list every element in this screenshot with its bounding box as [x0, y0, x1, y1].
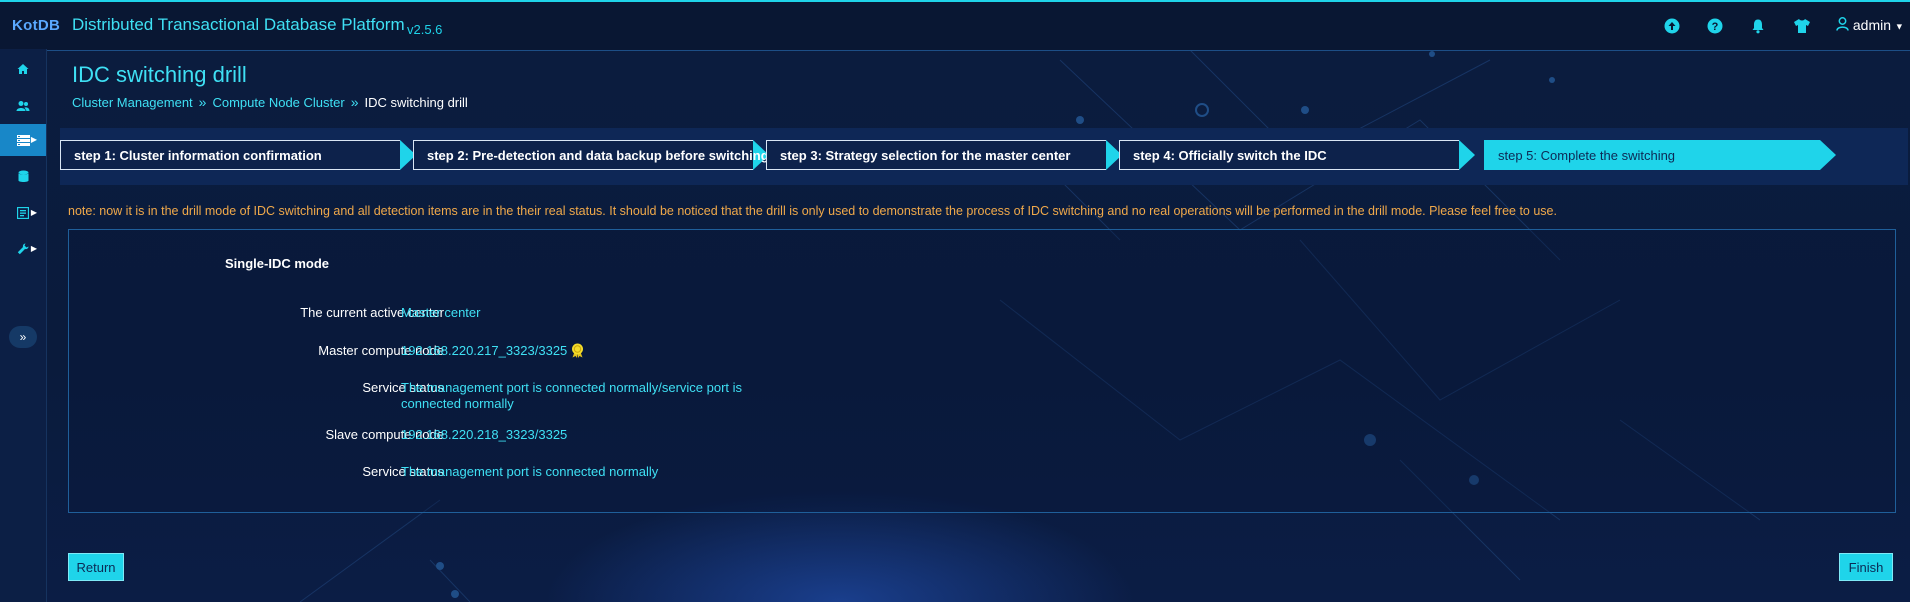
step-1[interactable]: step 1: Cluster information confirmation	[60, 140, 416, 170]
step-3-label: step 3: Strategy selection for the maste…	[780, 147, 1071, 163]
page-title: IDC switching drill	[72, 62, 247, 87]
help-icon[interactable]: ?	[1704, 15, 1726, 37]
step-2[interactable]: step 2: Pre-detection and data backup be…	[413, 140, 769, 170]
step-arrow-icon	[1459, 140, 1475, 170]
double-chevron-right-icon: »	[19, 330, 27, 344]
app-logo[interactable]: KotDB	[12, 17, 60, 34]
user-menu[interactable]: admin ▼	[1836, 17, 1904, 33]
chevron-down-icon: ▼	[1894, 21, 1904, 32]
step-4-label: step 4: Officially switch the IDC	[1133, 147, 1327, 163]
svg-text:?: ?	[1712, 21, 1719, 33]
step-3[interactable]: step 3: Strategy selection for the maste…	[766, 140, 1122, 170]
chevron-right-icon: ▶	[30, 244, 37, 253]
return-button[interactable]: Return	[68, 553, 124, 581]
sidebar-item-database[interactable]	[0, 160, 46, 192]
finish-button[interactable]: Finish	[1839, 553, 1893, 581]
top-bar: KotDB Distributed Transactional Database…	[0, 0, 1910, 51]
sidebar-item-cluster[interactable]: ▶	[0, 124, 46, 156]
medal-icon	[572, 343, 584, 358]
row-label: The current active center	[300, 305, 444, 320]
step-arrow-icon	[1820, 140, 1836, 170]
cluster-icon	[16, 134, 30, 146]
step-2-label: step 2: Pre-detection and data backup be…	[427, 147, 769, 163]
row-value: 192.168.220.218_3323/3325	[401, 427, 568, 442]
sidebar: ▶ ▶ ▶ »	[0, 49, 47, 602]
upload-icon[interactable]	[1661, 15, 1683, 37]
breadcrumb: Cluster Management » Compute Node Cluster »…	[72, 94, 468, 110]
shirt-icon[interactable]	[1791, 15, 1813, 37]
row-label: Service status	[362, 464, 444, 479]
row-value: 192.168.220.217_3323/3325	[401, 343, 568, 358]
breadcrumb-separator-icon: »	[350, 94, 359, 110]
breadcrumb-current: IDC switching drill	[364, 95, 468, 110]
app-title: Distributed Transactional Database Platf…	[72, 15, 405, 34]
mode-title: Single-IDC mode	[225, 256, 330, 271]
database-icon	[18, 170, 28, 182]
bell-icon[interactable]	[1747, 15, 1769, 37]
sidebar-collapse-toggle[interactable]: »	[9, 326, 37, 348]
sidebar-item-documents[interactable]: ▶	[0, 197, 46, 229]
user-name: admin	[1852, 17, 1892, 33]
sidebar-item-home[interactable]	[0, 53, 46, 85]
step-5[interactable]: step 5: Complete the switching	[1484, 140, 1836, 170]
switch-result-panel: Single-IDC mode The current active cente…	[68, 229, 1896, 513]
row-value-wrap: 192.168.220.217_3323/3325	[401, 343, 821, 359]
chevron-right-icon: ▶	[30, 135, 37, 144]
row-value: The management port is connected normall…	[401, 464, 659, 479]
step-5-label: step 5: Complete the switching	[1498, 147, 1676, 163]
wrench-icon	[17, 243, 29, 255]
file-icon	[17, 207, 29, 219]
row-value: Master center	[401, 305, 481, 320]
sidebar-item-users[interactable]	[0, 90, 46, 122]
breadcrumb-separator-icon: »	[198, 94, 207, 110]
row-label: Service status	[362, 380, 444, 395]
user-icon	[1836, 17, 1849, 31]
row-value: The management port is connected normall…	[401, 380, 743, 411]
row-label: Slave compute node	[325, 427, 444, 442]
step-wizard: step 1: Cluster information confirmation…	[60, 128, 1908, 185]
chevron-right-icon: ▶	[30, 208, 37, 217]
drill-mode-note: note: now it is in the drill mode of IDC…	[68, 204, 1557, 218]
home-icon	[17, 64, 29, 74]
users-icon	[16, 101, 30, 111]
breadcrumb-cluster-management[interactable]: Cluster Management	[72, 95, 193, 110]
step-1-label: step 1: Cluster information confirmation	[74, 147, 322, 163]
breadcrumb-compute-node-cluster[interactable]: Compute Node Cluster	[212, 95, 344, 110]
sidebar-item-tools[interactable]: ▶	[0, 233, 46, 265]
version-label: v2.5.6	[407, 22, 443, 37]
row-label: Master compute node	[318, 343, 444, 358]
step-4[interactable]: step 4: Officially switch the IDC	[1119, 140, 1475, 170]
